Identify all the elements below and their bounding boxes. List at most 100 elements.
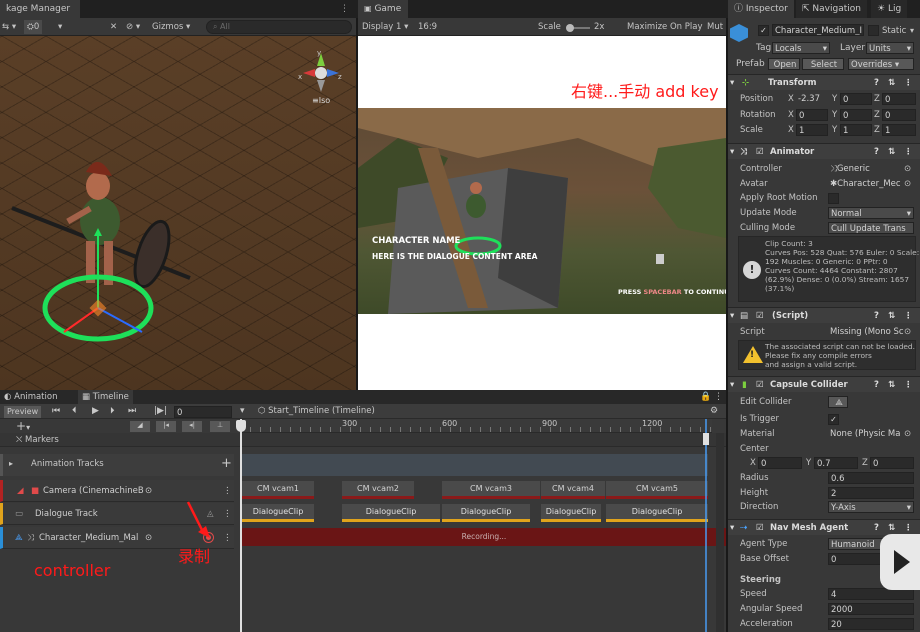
component-menu-icon[interactable]: ⋮ xyxy=(904,308,913,324)
visibility-icon[interactable]: ⊘ ▾ xyxy=(126,20,140,34)
camera-clip[interactable]: CM vcam5 xyxy=(606,481,708,499)
tab-inspector[interactable]: ⓘ Inspector xyxy=(728,0,794,18)
position-x-field[interactable]: -2.37 xyxy=(796,93,828,105)
apply-root-checkbox[interactable] xyxy=(828,193,839,204)
gizmos-dropdown[interactable]: Gizmos ▾ xyxy=(152,20,190,34)
center-z-field[interactable]: 0 xyxy=(870,457,914,469)
dialogue-clip[interactable]: DialogueClip xyxy=(342,504,440,522)
vertical-scrollbar[interactable] xyxy=(716,433,724,632)
asset-dropdown-icon[interactable]: ▾ xyxy=(240,406,245,416)
direction-dropdown[interactable]: Y-Axis ▾ xyxy=(828,501,914,513)
help-icon[interactable]: ? xyxy=(874,308,879,324)
edit-collider-button[interactable]: ⟁ xyxy=(828,396,848,408)
script-enabled-checkbox[interactable]: ☑ xyxy=(756,308,764,324)
play-range-icon[interactable]: |▶| xyxy=(154,406,167,416)
ripple-icon[interactable]: |◂ xyxy=(156,421,176,432)
scene-menu-icon[interactable]: ⋮ xyxy=(340,4,349,14)
go-to-start-icon[interactable]: ⏮ xyxy=(52,406,60,416)
component-menu-icon[interactable]: ⋮ xyxy=(904,75,913,91)
pin-icon[interactable]: ⊥ xyxy=(210,421,230,432)
dialogue-clip[interactable]: DialogueClip xyxy=(242,504,314,522)
frame-field[interactable]: 0 xyxy=(174,406,232,418)
object-picker-icon[interactable]: ⊙ xyxy=(904,427,911,442)
static-dropdown[interactable]: ▾ xyxy=(910,26,914,35)
layer-dropdown[interactable]: Units ▾ xyxy=(866,42,914,54)
component-menu-icon[interactable]: ⋮ xyxy=(904,377,913,393)
camera-clip[interactable]: CM vcam3 xyxy=(442,481,540,499)
scale-slider-thumb[interactable] xyxy=(566,24,574,32)
track-menu-icon[interactable]: ⋮ xyxy=(223,480,232,502)
previous-frame-icon[interactable]: ⏴ xyxy=(72,406,77,416)
controller-field[interactable]: ⤨Generic xyxy=(828,163,904,175)
help-icon[interactable]: ? xyxy=(874,75,879,91)
scene-search-input[interactable]: ⌕ All xyxy=(206,20,352,34)
help-icon[interactable]: ? xyxy=(874,520,879,536)
tab-navigation[interactable]: ⇱ Navigation xyxy=(796,0,867,18)
scale-x-field[interactable]: 1 xyxy=(796,124,828,136)
camera-clip[interactable]: CM vcam1 xyxy=(242,481,314,499)
tab-lighting[interactable]: ☀ Lig xyxy=(871,0,908,18)
markers-label[interactable]: ⛌ Markers xyxy=(16,435,59,445)
active-checkbox[interactable]: ✓ xyxy=(758,25,769,36)
object-picker-icon[interactable]: ⊙ xyxy=(145,527,152,549)
capsule-enabled-checkbox[interactable]: ☑ xyxy=(756,377,764,393)
preview-button[interactable]: Preview xyxy=(4,406,42,418)
animation-tracks-group[interactable]: ▸ Animation Tracks + xyxy=(0,454,234,476)
preset-icon[interactable]: ⇅ xyxy=(888,377,895,393)
rotation-x-field[interactable]: 0 xyxy=(796,109,828,121)
update-mode-dropdown[interactable]: Normal ▾ xyxy=(828,207,914,219)
orientation-gizmo[interactable]: y x z ≡Iso xyxy=(298,48,344,105)
tab-game[interactable]: ▣ Game xyxy=(358,0,408,18)
scene-view[interactable]: y x z ≡Iso xyxy=(0,36,356,390)
preset-icon[interactable]: ⇅ xyxy=(888,144,895,160)
timeline-end-handle[interactable] xyxy=(703,433,709,445)
prefab-select-button[interactable]: Select xyxy=(802,58,844,70)
preset-icon[interactable]: ⇅ xyxy=(888,75,895,91)
scale-z-field[interactable]: 1 xyxy=(882,124,916,136)
angular-speed-field[interactable]: 2000 xyxy=(828,603,914,615)
playhead-handle[interactable] xyxy=(236,420,246,432)
next-frame-icon[interactable]: ⏵ xyxy=(110,406,115,416)
capsule-collider-header[interactable]: ▾ ▮ ☑ Capsule Collider ? ⇅ ⋮ xyxy=(728,376,920,392)
help-icon[interactable]: ? xyxy=(874,144,879,160)
material-field[interactable]: None (Physic Ma xyxy=(828,428,904,440)
draw-mode-dropdown[interactable]: ⇆ ▾ xyxy=(2,20,16,34)
layers-toggle[interactable]: ⛭0 xyxy=(24,20,43,34)
prefab-overrides-dropdown[interactable]: Overrides ▾ xyxy=(848,58,914,70)
center-y-field[interactable]: 0.7 xyxy=(814,457,858,469)
preset-icon[interactable]: ⇅ xyxy=(888,308,895,324)
zoom-icon[interactable]: ◂| xyxy=(182,421,202,432)
object-name-field[interactable]: Character_Medium_I xyxy=(772,24,864,36)
height-field[interactable]: 2 xyxy=(828,487,914,499)
object-picker-icon[interactable]: ⊙ xyxy=(904,177,911,192)
time-ruler[interactable]: 300 600 900 1200 xyxy=(240,419,712,433)
projection-label[interactable]: ≡Iso xyxy=(312,96,330,105)
tab-timeline[interactable]: ▦ Timeline xyxy=(78,390,133,404)
scale-y-field[interactable]: 1 xyxy=(840,124,872,136)
track-menu-icon[interactable]: ⋮ xyxy=(223,503,232,525)
add-track-button[interactable]: +▾ xyxy=(16,420,30,434)
radius-field[interactable]: 0.6 xyxy=(828,472,914,484)
snap-icon[interactable]: ◢ xyxy=(130,421,150,432)
avatar-field[interactable]: ✱Character_Mec xyxy=(828,178,904,190)
game-view[interactable]: CHARACTER NAME HERE IS THE DIALOGUE CONT… xyxy=(358,108,726,314)
dialogue-clip[interactable]: DialogueClip xyxy=(541,504,601,522)
rotation-z-field[interactable]: 0 xyxy=(882,109,916,121)
rotation-y-field[interactable]: 0 xyxy=(840,109,872,121)
settings-gear-icon[interactable]: ⚙ xyxy=(710,406,718,416)
position-z-field[interactable]: 0 xyxy=(882,93,916,105)
maximize-on-play-toggle[interactable]: Maximize On Play xyxy=(627,20,702,34)
display-dropdown[interactable]: Display 1 ▾ xyxy=(362,20,408,34)
object-picker-icon[interactable]: ⊙ xyxy=(145,480,152,502)
video-play-overlay[interactable] xyxy=(880,534,920,590)
animator-header[interactable]: ▾ ⤨ ☑ Animator ? ⇅ ⋮ xyxy=(728,143,920,159)
animator-enabled-checkbox[interactable]: ☑ xyxy=(756,144,764,160)
timeline-menu-icon[interactable]: ⋮ xyxy=(714,392,723,402)
tag-dropdown[interactable]: Locals ▾ xyxy=(772,42,830,54)
mute-toggle[interactable]: Mut xyxy=(707,20,723,34)
center-x-field[interactable]: 0 xyxy=(758,457,802,469)
play-icon[interactable]: ▶ xyxy=(92,406,99,416)
nav-mesh-agent-header[interactable]: ▾ ⇢ ☑ Nav Mesh Agent ? ⇅ ⋮ xyxy=(728,519,920,535)
component-menu-icon[interactable]: ⋮ xyxy=(904,144,913,160)
scale-slider[interactable] xyxy=(566,24,590,32)
